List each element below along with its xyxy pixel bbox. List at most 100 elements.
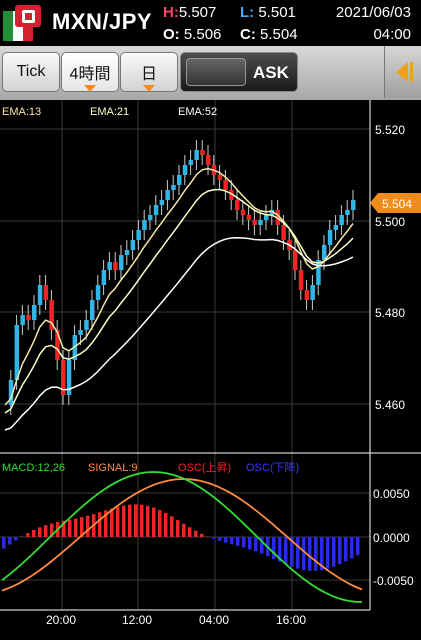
candle-time: 04:00 <box>373 26 411 43</box>
bull-candle <box>32 305 37 320</box>
bear-candle <box>113 262 118 270</box>
low-value: 5.501 <box>258 4 296 21</box>
bear-candle <box>293 250 298 270</box>
bid-ask-switch[interactable]: ASK <box>180 52 298 92</box>
bull-candle <box>101 270 107 285</box>
osc-up-bar <box>74 518 78 537</box>
osc-down-bar <box>248 537 252 550</box>
osc-down-bar <box>350 537 354 559</box>
ema21-label: EMA:21 <box>90 106 129 118</box>
current-price-tag: 5.504 <box>370 193 421 213</box>
osc-down-bar <box>236 537 240 546</box>
bull-candle <box>119 255 124 270</box>
bull-candle <box>153 205 159 215</box>
high-price: H:5.507 <box>163 4 216 21</box>
bull-candle <box>148 215 153 220</box>
bull-candle <box>177 175 182 185</box>
bull-candle <box>327 230 333 245</box>
open-price: O: 5.506 <box>163 26 221 43</box>
open-value: 5.506 <box>183 26 222 43</box>
signal-label: SIGNAL:9 <box>88 462 138 474</box>
bull-candle <box>171 185 176 190</box>
price-tick-5520: 5.520 <box>375 123 405 137</box>
time-tick-1200: 12:00 <box>122 613 152 627</box>
osc-up-bar <box>200 533 204 537</box>
bull-candle <box>78 330 83 335</box>
osc-down-bar <box>254 537 258 552</box>
macd-tick-pos: 0.0050 <box>373 487 410 501</box>
bear-candle <box>281 225 286 240</box>
osc-up-bar <box>140 504 144 537</box>
osc-up-bar <box>128 504 132 537</box>
candle-date: 2021/06/03 <box>335 4 411 21</box>
high-label: H: <box>163 4 179 21</box>
macd-histogram <box>2 504 360 571</box>
low-label: L: <box>240 4 255 21</box>
close-value: 5.504 <box>260 26 298 43</box>
osc-down-label: OSC(下降) <box>246 460 299 474</box>
tick-button-label: Tick <box>16 63 46 80</box>
osc-down-bar <box>326 537 330 569</box>
ask-label: ASK <box>253 63 289 82</box>
mexico-flag-logo-icon <box>3 5 41 41</box>
bear-candle <box>252 220 257 225</box>
bull-candle <box>84 320 89 330</box>
osc-down-bar <box>332 537 336 567</box>
interval-button-label: 4時間 <box>69 66 111 83</box>
macd-tick-neg: -0.0050 <box>373 574 414 588</box>
osc-up-bar <box>170 516 174 537</box>
day-button-label: 日 <box>140 66 157 83</box>
bear-candle <box>206 155 211 165</box>
dropdown-triangle-icon <box>143 85 155 92</box>
osc-up-bar <box>164 512 168 537</box>
osc-up-bar <box>188 527 192 537</box>
osc-up-bar <box>152 507 156 537</box>
time-tick-2000: 20:00 <box>46 613 76 627</box>
osc-up-bar <box>110 508 114 537</box>
osc-up-bar <box>98 512 102 537</box>
osc-down-bar <box>242 537 246 548</box>
bull-candle <box>194 150 199 160</box>
bull-candle <box>333 225 339 230</box>
macd-tick-zero: 0.0000 <box>373 531 410 545</box>
bear-candle <box>217 175 223 180</box>
macd-label: MACD:12,26 <box>2 462 65 474</box>
osc-down-bar <box>356 537 360 556</box>
ema52-label: EMA:52 <box>178 106 217 118</box>
osc-up-bar <box>182 523 186 537</box>
osc-up-bar <box>32 530 36 537</box>
interval-4h-button[interactable]: 4時間 <box>61 52 119 92</box>
osc-up-bar <box>68 519 72 537</box>
osc-up-bar <box>134 504 138 537</box>
osc-up-label: OSC(上昇) <box>178 461 231 474</box>
osc-up-bar <box>26 533 30 537</box>
bear-candle <box>240 210 246 215</box>
currency-pair-title: MXN/JPY <box>52 9 153 34</box>
price-tick-5500: 5.500 <box>375 215 405 229</box>
high-value: 5.507 <box>178 4 217 21</box>
side-panel-tab[interactable] <box>384 46 421 98</box>
collapse-arrow-icon <box>396 62 413 82</box>
open-label: O: <box>163 26 180 43</box>
bear-candle <box>26 315 31 320</box>
bull-candle <box>159 200 165 205</box>
bull-candle <box>188 160 194 165</box>
bull-candle <box>130 240 136 250</box>
chart-area[interactable]: EMA:13 EMA:21 EMA:52 5.520 5.500 5.480 5… <box>0 100 421 640</box>
osc-down-bar <box>284 537 288 565</box>
osc-down-bar <box>8 537 12 545</box>
tick-button[interactable]: Tick <box>2 52 60 92</box>
osc-down-bar <box>314 537 318 571</box>
osc-down-bar <box>338 537 342 565</box>
osc-down-bar <box>296 537 300 569</box>
ema13-label: EMA:13 <box>2 106 41 118</box>
bear-candle <box>246 215 252 220</box>
bid-ask-toggle-knob[interactable] <box>186 58 246 86</box>
bear-candle <box>200 150 205 155</box>
close-label: C: <box>240 26 256 43</box>
day-button[interactable]: 日 <box>120 52 178 92</box>
osc-up-bar <box>38 527 42 537</box>
bull-candle <box>351 200 356 210</box>
bear-candle <box>223 180 228 190</box>
bull-candle <box>14 325 20 380</box>
